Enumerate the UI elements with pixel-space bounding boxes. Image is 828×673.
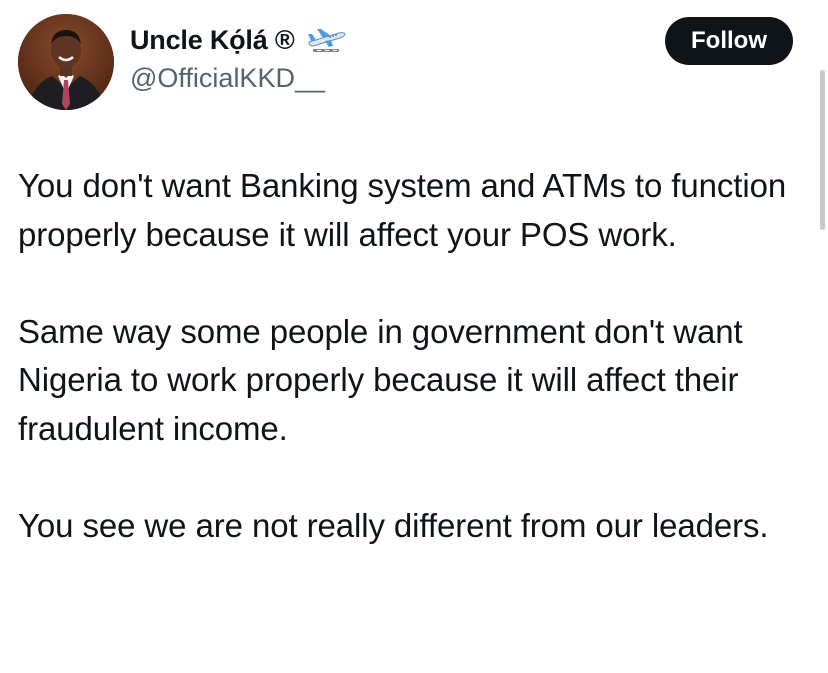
name-row: Uncle Kọ́lá ® [130, 20, 347, 60]
avatar-image [18, 14, 114, 110]
tweet-card: Uncle Kọ́lá ® @OfficialKKD__ Follow You … [0, 0, 828, 673]
tweet-paragraph: You see we are not really different from… [18, 506, 769, 544]
airplane-departure-icon [303, 25, 347, 55]
tweet-paragraph: Same way some people in government don't… [18, 312, 743, 447]
user-handle[interactable]: @OfficialKKD__ [130, 60, 347, 96]
scrollbar[interactable] [820, 70, 825, 230]
follow-button[interactable]: Follow [665, 17, 793, 65]
tweet-paragraph: You don't want Banking system and ATMs t… [18, 167, 787, 253]
display-name[interactable]: Uncle Kọ́lá ® [130, 20, 295, 60]
author-info: Uncle Kọ́lá ® @OfficialKKD__ [130, 20, 347, 96]
tweet-text: You don't want Banking system and ATMs t… [18, 162, 808, 550]
avatar[interactable] [18, 14, 114, 110]
